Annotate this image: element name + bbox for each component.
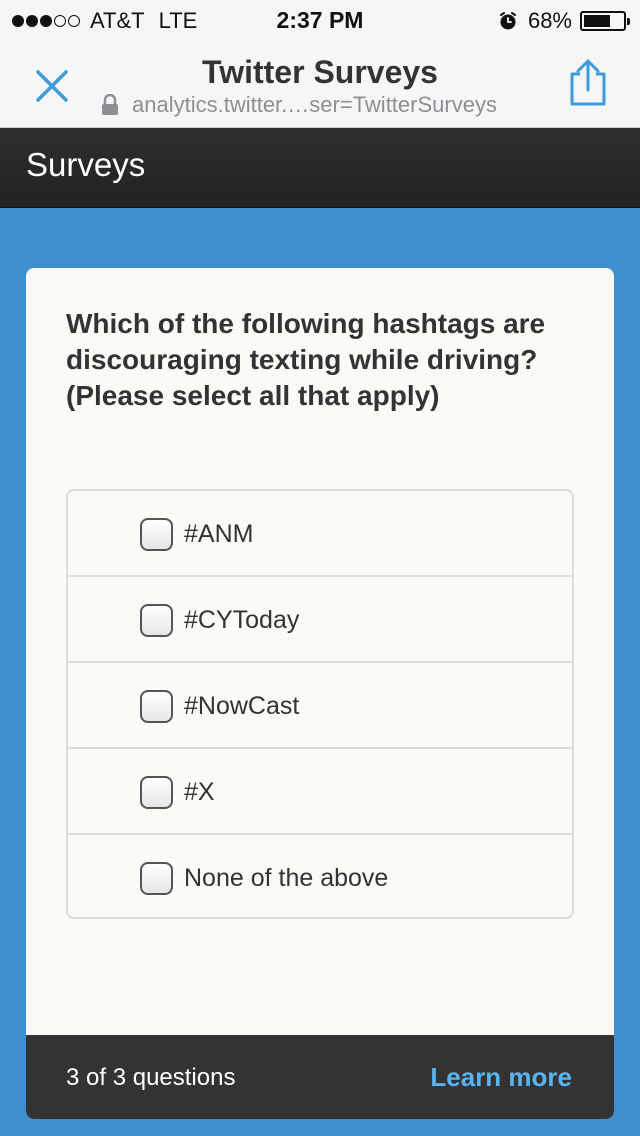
card-footer: 3 of 3 questions Learn more — [26, 1035, 614, 1119]
option-label: #NowCast — [184, 692, 300, 720]
surveys-header: Surveys — [0, 128, 640, 208]
share-icon[interactable] — [564, 58, 612, 108]
checkbox[interactable] — [140, 862, 173, 895]
option-label: #ANM — [184, 520, 254, 548]
survey-question: Which of the following hashtags are disc… — [66, 308, 546, 411]
page-title: Twitter Surveys — [202, 54, 438, 90]
url-display[interactable]: analytics.twitter.…ser=TwitterSurveys — [100, 92, 497, 118]
browser-nav-bar: Twitter Surveys analytics.twitter.…ser=T… — [0, 40, 640, 128]
option-none[interactable]: None of the above — [68, 835, 572, 921]
battery-tip — [627, 18, 630, 25]
checkbox[interactable] — [140, 690, 173, 723]
battery-fill — [584, 15, 610, 27]
option-nowcast[interactable]: #NowCast — [68, 663, 572, 749]
status-bar: AT&T LTE 2:37 PM 68% — [0, 0, 640, 40]
header-title: Surveys — [26, 146, 146, 183]
options-list: #ANM #CYToday #NowCast #X None of the ab… — [66, 489, 574, 919]
option-x[interactable]: #X — [68, 749, 572, 835]
checkbox[interactable] — [140, 776, 173, 809]
checkbox[interactable] — [140, 518, 173, 551]
battery-percent: 68% — [527, 8, 572, 33]
battery-icon — [580, 11, 630, 31]
survey-card: Which of the following hashtags are disc… — [26, 268, 614, 1119]
learn-more-link[interactable]: Learn more — [430, 1062, 572, 1093]
question-progress: 3 of 3 questions — [66, 1064, 236, 1091]
option-anm[interactable]: #ANM — [68, 491, 572, 577]
alarm-icon — [499, 12, 516, 30]
option-label: None of the above — [184, 864, 389, 892]
option-label: #CYToday — [184, 606, 300, 634]
checkbox[interactable] — [140, 604, 173, 637]
option-cytoday[interactable]: #CYToday — [68, 577, 572, 663]
lock-icon — [102, 94, 118, 115]
url-text: analytics.twitter.…ser=TwitterSurveys — [132, 92, 497, 117]
option-label: #X — [184, 778, 215, 806]
status-right: 68% — [498, 8, 630, 34]
